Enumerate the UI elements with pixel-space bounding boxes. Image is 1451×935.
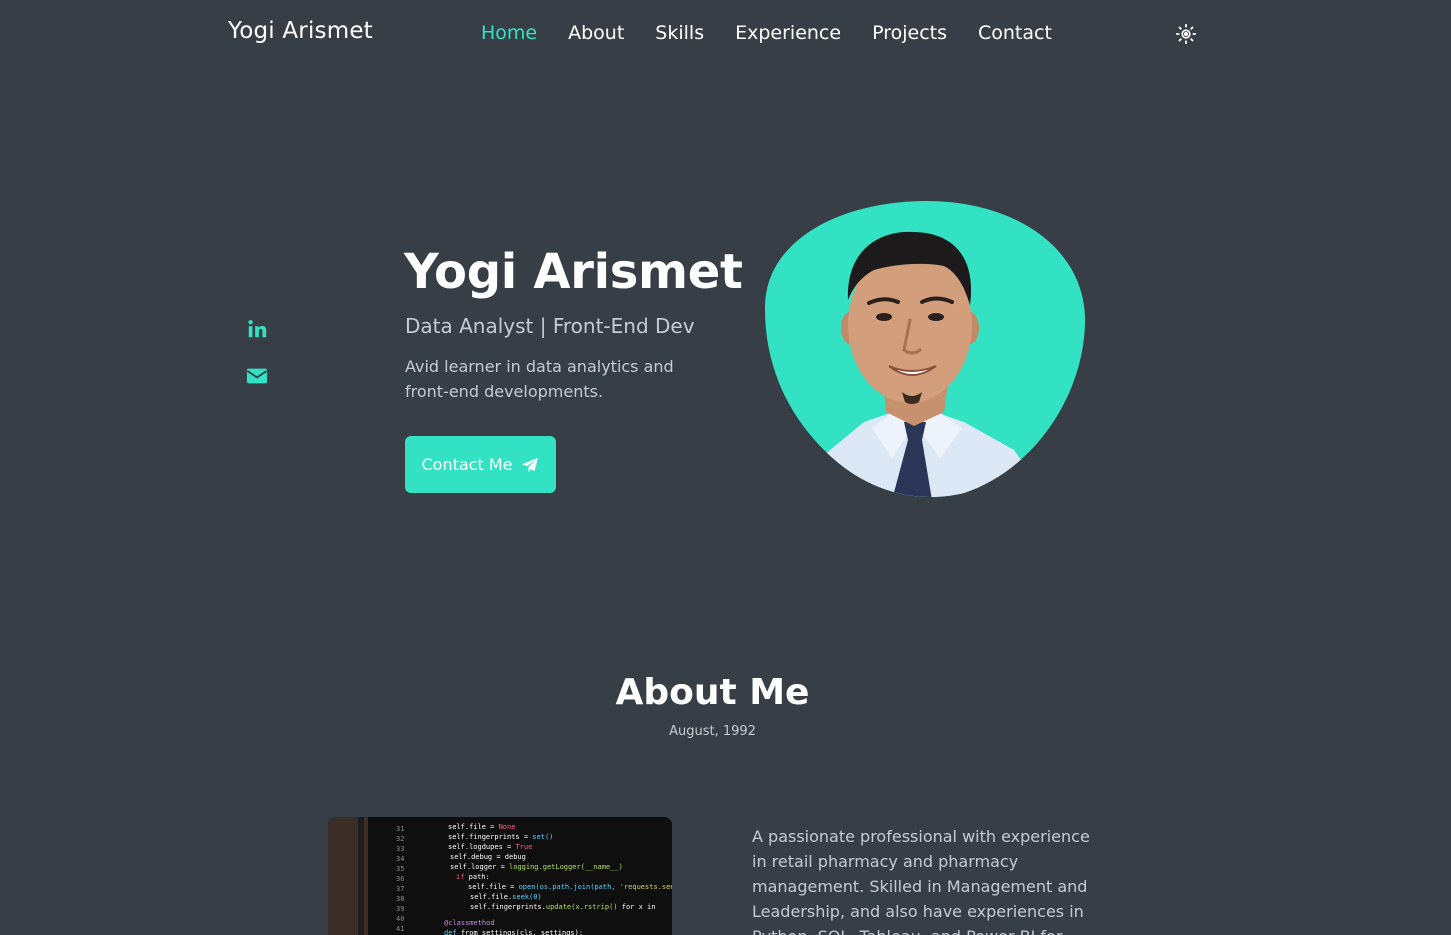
code-image: 313233 343536 373839 404142 self.file = … [328, 817, 672, 935]
svg-text:@classmethod: @classmethod [444, 919, 495, 927]
svg-text:38: 38 [396, 895, 404, 903]
paper-plane-icon [522, 457, 539, 472]
svg-text:35: 35 [396, 865, 404, 873]
header: Yogi Arismet Home About Skills Experienc… [0, 0, 1451, 68]
nav-contact[interactable]: Contact [978, 20, 1052, 46]
svg-text:40: 40 [396, 915, 404, 923]
sun-icon [1175, 23, 1197, 45]
svg-text:self.file = open(os.path.join(: self.file = open(os.path.join(path, 'req… [468, 883, 672, 891]
hero-subtitle: Data Analyst | Front-End Dev [405, 314, 695, 338]
theme-toggle-button[interactable] [1174, 22, 1198, 46]
nav-experience[interactable]: Experience [735, 20, 841, 46]
about-subtitle: August, 1992 [669, 724, 756, 739]
linkedin-icon [248, 320, 267, 338]
nav-home[interactable]: Home [481, 20, 537, 46]
linkedin-link[interactable] [246, 318, 268, 340]
svg-text:self.file = None: self.file = None [448, 823, 515, 831]
social-links [246, 318, 268, 412]
contact-me-button[interactable]: Contact Me [405, 436, 556, 493]
svg-text:34: 34 [396, 855, 404, 863]
svg-text:39: 39 [396, 905, 404, 913]
profile-photo [764, 200, 1086, 498]
svg-text:self.file.seek(0): self.file.seek(0) [470, 893, 542, 901]
svg-text:self.fingerprints = set(): self.fingerprints = set() [448, 833, 553, 841]
svg-text:31: 31 [396, 825, 404, 833]
main-nav: Home About Skills Experience Projects Co… [481, 20, 1083, 46]
email-link[interactable] [246, 365, 268, 387]
svg-text:self.logger = logging.getLogge: self.logger = logging.getLogger(__name__… [450, 863, 623, 871]
about-text: A passionate professional with experienc… [752, 827, 1090, 935]
hero-name: Yogi Arismet [404, 244, 743, 300]
envelope-icon [246, 368, 268, 384]
svg-text:self.fingerprints.update(x.rst: self.fingerprints.update(x.rstrip() for … [470, 903, 655, 911]
nav-about[interactable]: About [568, 20, 624, 46]
svg-text:41: 41 [396, 925, 404, 933]
svg-text:32: 32 [396, 835, 404, 843]
svg-text:self.debug = debug: self.debug = debug [450, 853, 526, 861]
site-logo[interactable]: Yogi Arismet [228, 18, 373, 44]
nav-projects[interactable]: Projects [872, 20, 947, 46]
contact-me-label: Contact Me [421, 455, 513, 474]
svg-text:def from_settings(cls, setting: def from_settings(cls, settings): [444, 929, 583, 935]
hero-description: Avid learner in data analytics and front… [405, 357, 674, 401]
svg-text:if path:: if path: [456, 873, 490, 881]
svg-text:33: 33 [396, 845, 404, 853]
nav-skills[interactable]: Skills [655, 20, 704, 46]
about-title: About Me [615, 672, 810, 713]
svg-text:self.logdupes = True: self.logdupes = True [448, 843, 532, 851]
svg-text:36: 36 [396, 875, 404, 883]
svg-text:37: 37 [396, 885, 404, 893]
